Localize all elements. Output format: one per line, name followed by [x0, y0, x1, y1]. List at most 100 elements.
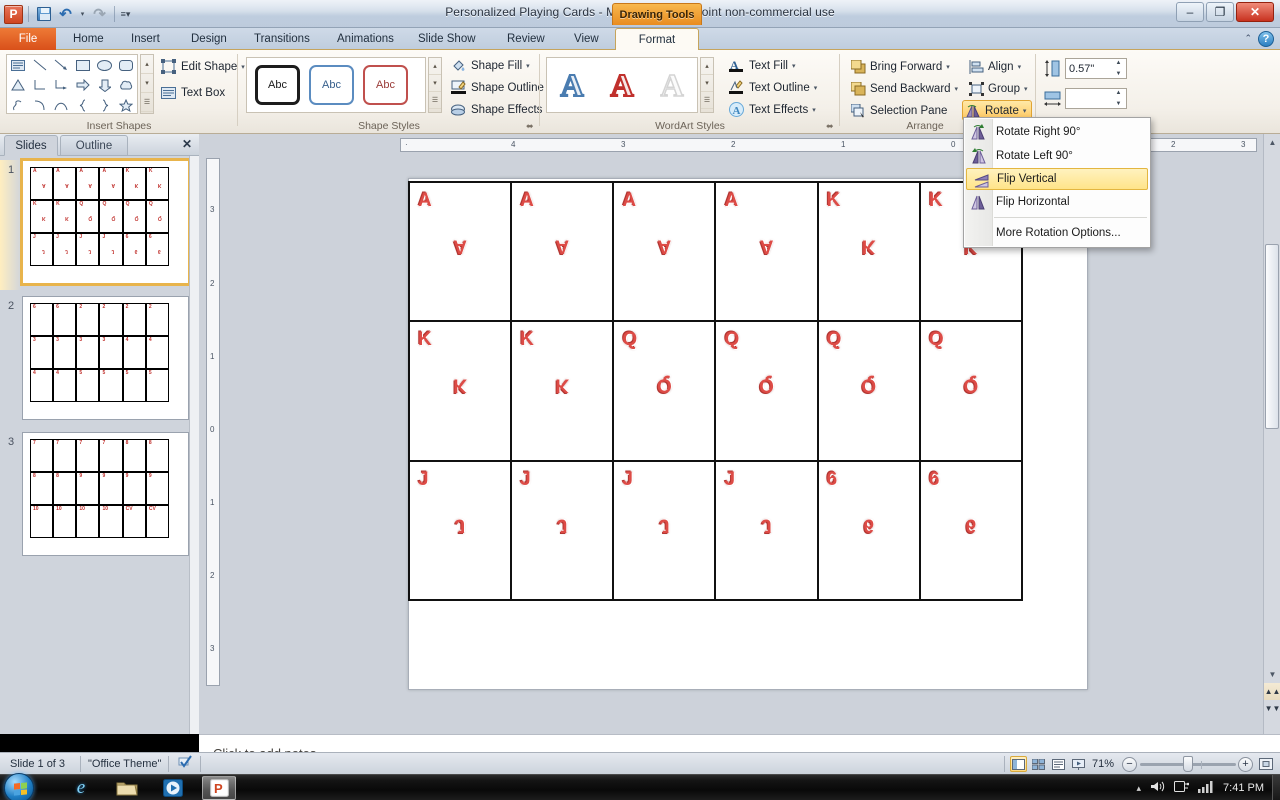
shape-gallery-scroll-up[interactable]: ▴ [141, 55, 153, 74]
triangle-shape-icon[interactable] [7, 75, 29, 95]
wordart-scroll-up[interactable]: ▴ [701, 58, 713, 75]
oval-shape-icon[interactable] [94, 55, 116, 75]
wordart-styles-gallery[interactable]: A A A [546, 57, 698, 113]
send-backward-chevron-down-icon[interactable]: ▾ [955, 85, 959, 93]
powerpoint-icon[interactable]: P [202, 776, 236, 800]
cloud-shape-icon[interactable] [115, 75, 137, 95]
left-brace-shape-icon[interactable] [72, 95, 94, 115]
shape-effects-button[interactable]: Shape Effects ▾ [450, 101, 550, 118]
minimize-button[interactable]: – [1176, 2, 1204, 22]
wordart-style-blue[interactable]: A [559, 68, 584, 102]
slide-canvas[interactable]: AA AA AA AA KK KK KK KK QQ QQ QQ QQ JJ J… [408, 178, 1088, 690]
next-slide-button[interactable]: ▼▼ [1264, 700, 1280, 717]
thumbnail-slide-1[interactable]: 1 AA AA AA AA KK KK KK KK QQ QQ QQ Q Q J… [0, 158, 189, 290]
playing-card[interactable]: KK [510, 320, 615, 462]
tab-slide-show[interactable]: Slide Show [407, 28, 487, 50]
shape-height-control[interactable]: 0.57" ▲ ▼ [1044, 58, 1127, 79]
playing-card[interactable]: JJ [714, 459, 819, 601]
slide-1-thumb[interactable]: AA AA AA AA KK KK KK KK QQ QQ QQ QQ JJ J… [20, 158, 189, 286]
tab-format[interactable]: Format [615, 28, 699, 51]
text-fill-button[interactable]: A Text Fill ▾ [728, 57, 796, 74]
elbow-connector-icon[interactable] [29, 75, 51, 95]
rotate-chevron-down-icon[interactable]: ▾ [1023, 107, 1027, 115]
shape-styles-more[interactable]: ☰ [429, 92, 441, 109]
shape-styles-scroll-down[interactable]: ▾ [429, 75, 441, 92]
align-chevron-down-icon[interactable]: ▾ [1018, 63, 1022, 71]
internet-explorer-icon[interactable]: e [64, 776, 98, 800]
tab-outline[interactable]: Outline [60, 135, 128, 156]
shape-styles-gallery[interactable]: Abc Abc Abc [246, 57, 426, 113]
group-button[interactable]: Group ▾ [968, 79, 1027, 99]
slide-show-button[interactable] [1070, 756, 1087, 772]
volume-icon[interactable] [1150, 780, 1165, 796]
bring-forward-button[interactable]: Bring Forward ▾ [850, 57, 950, 77]
text-effects-button[interactable]: A Text Effects ▾ [728, 101, 816, 118]
tab-insert[interactable]: Insert [120, 28, 171, 50]
shape-outline-button[interactable]: Shape Outline ▾ [450, 79, 551, 96]
menu-item-flip-vertical[interactable]: Flip Vertical [966, 168, 1148, 190]
previous-slide-button[interactable]: ▲▲ [1264, 683, 1280, 700]
shape-styles-dialog-launcher[interactable]: ⬌ [526, 121, 536, 131]
right-brace-shape-icon[interactable] [94, 95, 116, 115]
vertical-scrollbar-thumb[interactable] [1265, 244, 1279, 429]
playing-card-grid[interactable]: AA AA AA AA KK KK KK KK QQ QQ QQ QQ JJ J… [408, 181, 1023, 601]
zoom-slider-knob[interactable] [1183, 756, 1193, 772]
arc-shape-icon[interactable] [50, 95, 72, 115]
thumbnail-slide-3[interactable]: 3 7 7 7 7 8 8 8 8 9 9 9 9 10 10 10 10 CV… [0, 432, 189, 562]
maximize-button[interactable]: ❐ [1206, 2, 1234, 22]
menu-item-flip-horizontal[interactable]: Flip Horizontal [964, 190, 1150, 214]
selection-pane-button[interactable]: Selection Pane [850, 101, 947, 121]
wordart-styles-dialog-launcher[interactable]: ⬌ [826, 121, 836, 131]
shape-gallery-scroll[interactable]: ▴ ▾ ☰ [140, 54, 154, 114]
text-effects-chevron-down-icon[interactable]: ▾ [812, 106, 816, 114]
theme-name[interactable]: "Office Theme" [88, 753, 161, 775]
elbow-arrow-connector-icon[interactable] [50, 75, 72, 95]
tab-transitions[interactable]: Transitions [243, 28, 321, 50]
windows-explorer-icon[interactable] [110, 776, 144, 800]
playing-card[interactable]: AA [714, 181, 819, 323]
right-arrow-shape-icon[interactable] [72, 75, 94, 95]
zoom-level-label[interactable]: 71% [1092, 753, 1114, 775]
send-backward-button[interactable]: Send Backward ▾ [850, 79, 958, 99]
menu-item-more-rotation-options[interactable]: More Rotation Options... [964, 221, 1150, 245]
shape-height-stepper[interactable]: ▲ ▼ [1112, 60, 1125, 77]
show-desktop-button[interactable] [1272, 775, 1280, 800]
align-button[interactable]: Align ▾ [968, 57, 1021, 77]
scroll-down-arrow-icon[interactable]: ▼ [1264, 666, 1280, 683]
normal-view-button[interactable] [1010, 756, 1027, 772]
fit-slide-to-window-icon[interactable] [1258, 756, 1274, 772]
wordart-style-gray[interactable]: A [660, 68, 685, 102]
shape-fill-chevron-down-icon[interactable]: ▾ [526, 62, 530, 70]
shape-width-stepper[interactable]: ▲ ▼ [1112, 90, 1125, 107]
playing-card[interactable]: KK [816, 181, 921, 323]
scribble-shape-icon[interactable] [7, 95, 29, 115]
playing-card[interactable]: AA [612, 181, 717, 323]
media-player-icon[interactable] [156, 776, 190, 800]
bring-forward-chevron-down-icon[interactable]: ▾ [946, 63, 950, 71]
playing-card[interactable]: QQ [612, 320, 717, 462]
playing-card[interactable]: QQ [816, 320, 921, 462]
curve-shape-icon[interactable] [29, 95, 51, 115]
text-box-button[interactable]: Text Box [160, 84, 225, 101]
zoom-out-button[interactable]: − [1122, 757, 1137, 772]
line-shape-icon[interactable] [29, 55, 51, 75]
playing-card[interactable]: 66 [816, 459, 921, 601]
spellcheck-icon[interactable] [176, 753, 194, 775]
wordart-more[interactable]: ☰ [701, 92, 713, 109]
arrow-shape-icon[interactable] [50, 55, 72, 75]
menu-item-rotate-right-90[interactable]: Rotate Right 90° [964, 120, 1150, 144]
thumbnail-pane-scrollbar[interactable] [189, 156, 199, 734]
shape-gallery-more[interactable]: ☰ [141, 93, 153, 112]
slide-sorter-button[interactable] [1030, 756, 1047, 772]
playing-card[interactable]: QQ [714, 320, 819, 462]
menu-item-rotate-left-90[interactable]: Rotate Left 90° [964, 144, 1150, 168]
network-icon[interactable] [1174, 780, 1190, 796]
text-fill-chevron-down-icon[interactable]: ▾ [792, 62, 796, 70]
edit-shape-button[interactable]: Edit Shape ▾ [160, 58, 245, 75]
shape-styles-scroll-up[interactable]: ▴ [429, 58, 441, 75]
textbox-shape-icon[interactable] [7, 55, 29, 75]
playing-card[interactable]: JJ [408, 459, 513, 601]
tab-file[interactable]: File [0, 28, 56, 50]
playing-card[interactable]: KK [408, 320, 513, 462]
reading-view-button[interactable] [1050, 756, 1067, 772]
